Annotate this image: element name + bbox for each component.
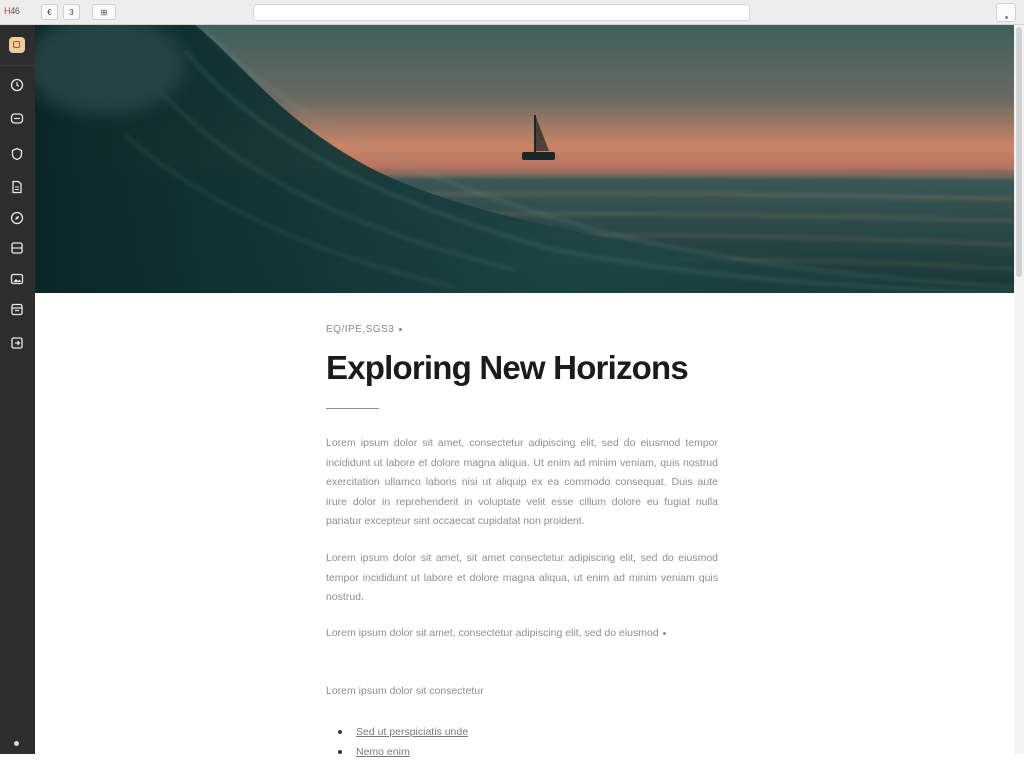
back-button[interactable]: €: [41, 4, 58, 20]
calendar-icon[interactable]: [10, 302, 24, 316]
forward-button[interactable]: 3: [63, 4, 80, 20]
clock-icon[interactable]: [10, 78, 24, 92]
article-list: Sed ut perspiciatis unde Nemo enim: [337, 722, 468, 762]
paragraph-text: Lorem ipsum dolor sit amet, consectetur …: [326, 627, 659, 639]
page-scrollbar[interactable]: [1014, 25, 1024, 754]
sidebar: [0, 25, 35, 754]
article-kicker: EQ/IPE,SGS3: [326, 324, 403, 335]
article-paragraph: Lorem ipsum dolor sit amet, sit amet con…: [326, 552, 718, 604]
browser-brand: H46: [4, 6, 20, 16]
sidebar-divider: [0, 65, 35, 66]
status-dot: [14, 741, 19, 746]
kicker-text: EQ/IPE,SGS3: [326, 324, 395, 335]
image-icon[interactable]: [10, 272, 24, 286]
hero-image: [35, 25, 1014, 293]
brand-version: 46: [10, 6, 20, 16]
title-divider: [326, 408, 379, 409]
message-icon[interactable]: [10, 112, 24, 126]
article-paragraph: Lorem ipsum dolor sit amet, consectetur …: [326, 437, 718, 528]
inline-dot-icon: [662, 631, 666, 635]
scrollbar-thumb[interactable]: [1016, 27, 1022, 277]
kicker-dot-icon: [399, 327, 403, 331]
document-icon[interactable]: [10, 180, 24, 194]
ocean-wave-sunset-image: [35, 25, 1014, 293]
menu-button[interactable]: [996, 3, 1016, 22]
forward-icon: 3: [69, 7, 74, 17]
page-title: Exploring New Horizons: [326, 349, 689, 386]
tabs-button[interactable]: ⊞: [92, 4, 116, 20]
shield-icon[interactable]: [10, 147, 24, 161]
browser-toolbar: H46 € 3 ⊞: [0, 0, 1024, 25]
article-paragraph: Lorem ipsum dolor sit amet, consectetur …: [326, 624, 718, 644]
app-logo-icon[interactable]: [9, 37, 25, 53]
list-item-link[interactable]: Nemo enim: [337, 742, 468, 762]
address-bar[interactable]: [253, 4, 750, 21]
article-paragraph: Lorem ipsum dolor sit consectetur: [326, 685, 484, 697]
back-icon: €: [47, 7, 52, 17]
grid-icon[interactable]: [10, 241, 24, 255]
tabs-icon: ⊞: [100, 7, 108, 17]
export-icon[interactable]: [10, 336, 24, 350]
compass-icon[interactable]: [10, 211, 24, 225]
list-item-link[interactable]: Sed ut perspiciatis unde: [337, 722, 468, 742]
